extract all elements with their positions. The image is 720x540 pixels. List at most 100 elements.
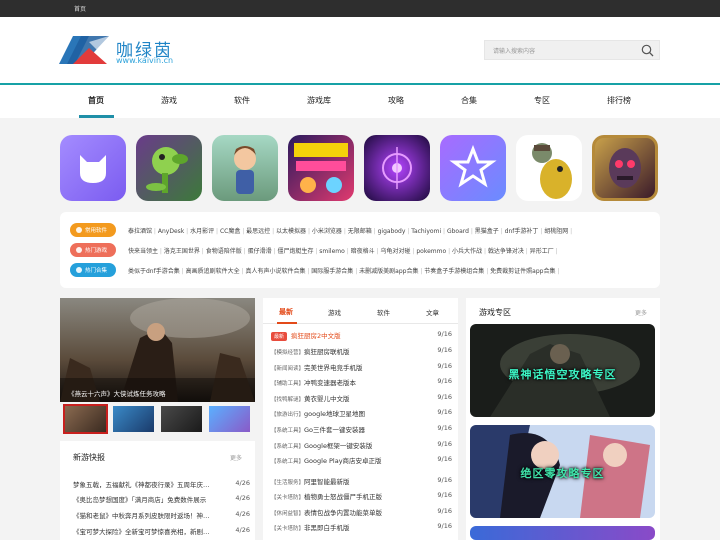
nav-guides[interactable]: 攻略	[366, 95, 426, 106]
tag-link[interactable]: 洛克王国世界	[164, 248, 206, 255]
tag-link[interactable]: dnf手游补丁	[505, 228, 545, 235]
nav-game-library[interactable]: 游戏库	[289, 95, 349, 106]
top-home-link[interactable]: 首页	[74, 4, 86, 13]
app-icon-rhythm[interactable]	[288, 135, 354, 201]
zone-card-zzz[interactable]: 绝区零攻略专区	[470, 425, 655, 518]
nav-games[interactable]: 游戏	[139, 95, 199, 106]
news-item-title: 《奥比岛梦想国度》「满月商店」免费数件展示	[73, 496, 207, 504]
tag-link[interactable]: 黑猫盒子	[475, 228, 505, 235]
tag-link[interactable]: pokemmo	[416, 248, 452, 255]
featured-banner[interactable]: 《燕云十六声》大侠试炼任务攻略	[60, 298, 255, 402]
list-item[interactable]: 【系统工具】Google框架一键安装版 9/16	[271, 440, 452, 451]
nav-zones[interactable]: 专区	[512, 95, 572, 106]
list-item[interactable]: 【模拟经营】疯狂厨房联机版 9/16	[271, 346, 452, 357]
zone-card-wukong[interactable]: 黑神话悟空攻略专区	[470, 324, 655, 417]
list-item[interactable]: 最新 疯狂厨房2中文版 9/16	[271, 330, 452, 341]
tag-link[interactable]: 未删减版美剧app合集	[359, 268, 424, 275]
banner-thumb[interactable]	[113, 406, 154, 432]
tag-link[interactable]: 小兵大作战	[452, 248, 488, 255]
list-item[interactable]: 【关卡塔防】植物勇士怒战僵尸手机正版 9/16	[271, 491, 452, 502]
tag-link[interactable]: Gboard	[447, 228, 475, 235]
tag-link[interactable]: 异形工厂	[530, 248, 558, 255]
tag-link[interactable]: 蛋仔滑滑	[248, 248, 278, 255]
app-icon-strip	[60, 135, 660, 201]
site-logo-icon[interactable]	[59, 36, 109, 64]
list-item-category: 【系统工具】	[271, 459, 305, 465]
tag-link[interactable]: 节奏盒子手游模组合集	[424, 268, 490, 275]
game-zones-panel: 游戏专区 更多 黑神话悟空攻略专区 绝区零攻略专区	[466, 298, 660, 540]
tag-link[interactable]: 类似于dnf手游合集	[128, 268, 186, 275]
app-icon-dark-symbol[interactable]	[364, 135, 430, 201]
news-item-date: 4/26	[235, 526, 250, 534]
tab-software[interactable]: 软件	[377, 307, 390, 317]
tag-link[interactable]: 真人有声小说软件合集	[245, 268, 311, 275]
tag-link[interactable]: 免费裁剪证件照app合集	[490, 268, 559, 275]
tag-link[interactable]: 最思远控	[246, 228, 276, 235]
banner-thumb[interactable]	[63, 404, 108, 434]
list-item[interactable]: 【系统工具】Google Play商店安卓正版 9/16	[271, 455, 452, 466]
app-icon-plant[interactable]	[136, 135, 202, 201]
tag-link[interactable]: 小米浏览器	[312, 228, 348, 235]
banner-thumb[interactable]	[209, 406, 250, 432]
tab-games[interactable]: 游戏	[328, 307, 341, 317]
app-icon-star[interactable]	[440, 135, 506, 201]
list-item-date: 9/16	[437, 408, 452, 416]
badge-label: 热门合集	[85, 268, 108, 274]
tag-link[interactable]: 无限邮箱	[348, 228, 378, 235]
app-icon-character[interactable]	[212, 135, 278, 201]
app-icon-cat[interactable]	[60, 135, 126, 201]
tag-link[interactable]: 快来当领主	[128, 248, 164, 255]
tag-link[interactable]: 国际服手游合集	[311, 268, 359, 275]
tag-link[interactable]: CC魔盒	[220, 228, 246, 235]
banner-thumb[interactable]	[161, 406, 202, 432]
list-item-title: 黄衣婴儿中文版	[304, 395, 350, 403]
tag-link[interactable]: 食物语陪伴版	[206, 248, 248, 255]
list-item-date: 9/16	[437, 440, 452, 448]
list-item[interactable]: 《奥比岛梦想国度》「满月商店」免费数件展示 4/26	[73, 494, 250, 504]
list-item[interactable]: 梦象五戟，五福献礼《神都夜行录》五周年庆… 4/26	[73, 479, 250, 489]
tag-link[interactable]: Tachiyomi	[411, 228, 447, 235]
tag-link[interactable]: 乌龟对对碰	[381, 248, 417, 255]
list-item[interactable]: 《猫和老鼠》中秋奔月系列皮肤限时返场！神… 4/26	[73, 510, 250, 520]
tag-link[interactable]: 戟达争锋对决	[488, 248, 530, 255]
tag-link[interactable]: 僵尸炮艇生存	[277, 248, 319, 255]
list-item[interactable]: 【找鸭解谜】黄衣婴儿中文版 9/16	[271, 393, 452, 404]
list-item[interactable]: 【辅助工具】冲鸭变速器老版本 9/16	[271, 377, 452, 388]
list-item[interactable]: 【旅游出行】google地球卫星地图 9/16	[271, 408, 452, 419]
tag-link[interactable]: 胡桃阻网	[544, 228, 572, 235]
tag-link[interactable]: 以太模拟器	[276, 228, 312, 235]
tab-latest[interactable]: 最新	[279, 307, 293, 317]
tag-link[interactable]: 暗夜格斗	[351, 248, 381, 255]
tab-articles[interactable]: 文章	[426, 307, 439, 317]
nav-collections[interactable]: 合集	[439, 95, 499, 106]
tag-row-collections: 热门合集 类似于dnf手游合集 高画质追剧软件大全 真人有声小说软件合集 国际服…	[70, 263, 655, 278]
tag-link[interactable]: smilemo	[319, 248, 350, 255]
tag-link[interactable]: 水月影评	[190, 228, 220, 235]
tag-link[interactable]: 高画质追剧软件大全	[186, 268, 246, 275]
zones-more-link[interactable]: 更多	[635, 308, 647, 317]
tag-link[interactable]: AnyDesk	[158, 228, 190, 235]
nav-software[interactable]: 软件	[212, 95, 272, 106]
list-item[interactable]: 《宝可梦大探险》全新宝可梦惊喜亮相，新剧… 4/26	[73, 526, 250, 536]
nav-home[interactable]: 首页	[66, 95, 126, 106]
list-item[interactable]: 【休闲益智】表情包战争内置功能菜单版 9/16	[271, 507, 452, 518]
list-item[interactable]: 【系统工具】Go三件套一键安装器 9/16	[271, 424, 452, 435]
list-item[interactable]: 【关卡塔防】非黑即白手机版 9/16	[271, 522, 452, 533]
search-input[interactable]: 请输入搜索内容	[484, 40, 660, 60]
app-icon-skull[interactable]	[592, 135, 658, 201]
search-placeholder: 请输入搜索内容	[493, 48, 536, 55]
list-item-category: 【新闻阅读】	[271, 366, 305, 372]
news-more-link[interactable]: 更多	[230, 453, 242, 462]
banner-image	[60, 298, 255, 402]
tag-list: 类似于dnf手游合集 高画质追剧软件大全 真人有声小说软件合集 国际服手游合集 …	[128, 266, 559, 275]
list-item-title: Go三件套一键安装器	[304, 426, 366, 434]
search-icon[interactable]	[641, 44, 654, 57]
list-item[interactable]: 【生活服务】阿里智能最新版 9/16	[271, 476, 452, 487]
logo-domain: www.kaivin.cn	[116, 56, 174, 65]
zone-card-partial[interactable]	[470, 526, 655, 540]
list-item[interactable]: 【新闻阅读】完美世界电竞手机版 9/16	[271, 362, 452, 373]
app-icon-zombie[interactable]	[516, 135, 582, 201]
tag-link[interactable]: gigabody	[378, 228, 412, 235]
nav-rankings[interactable]: 排行榜	[589, 95, 649, 106]
tag-link[interactable]: 泰拉酒馆	[128, 228, 158, 235]
